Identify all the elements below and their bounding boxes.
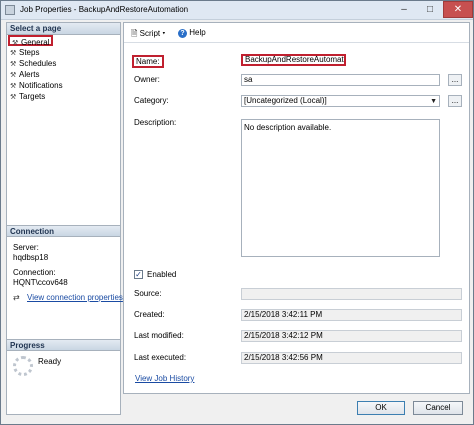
category-value: [Uncategorized (Local)] [244,96,327,105]
last-modified-label: Last modified: [134,331,184,340]
help-label: Help [189,28,206,37]
main-pane: 🗎 Script ▾ ? Help Name: BackupAndRestore… [123,22,470,394]
chevron-down-icon: ▼ [430,98,437,105]
plug-icon: ⇄ [13,293,20,302]
connection-label: Connection: [13,268,56,277]
wrench-icon: ⚒ [10,94,17,101]
title-bar: Job Properties - BackupAndRestoreAutomat… [1,1,473,20]
description-textarea[interactable]: No description available. [241,119,440,257]
last-executed-field: 2/15/2018 3:42:56 PM [241,352,462,364]
enabled-checkbox[interactable]: ✓ [134,270,143,279]
owner-browse-button[interactable]: ... [448,74,462,86]
created-label: Created: [134,310,165,319]
name-field[interactable]: BackupAndRestoreAutomation [241,54,346,66]
source-field [241,288,462,300]
page-item-schedules[interactable]: ⚒ Schedules [10,58,56,69]
page-item-label: Schedules [19,59,57,68]
last-modified-field: 2/15/2018 3:42:12 PM [241,330,462,342]
job-properties-window: Job Properties - BackupAndRestoreAutomat… [0,0,474,425]
page-item-notifications[interactable]: ⚒ Notifications [10,80,63,91]
category-browse-button[interactable]: ... [448,95,462,107]
last-executed-label: Last executed: [134,353,187,362]
connection-header: Connection [7,225,120,237]
description-label: Description: [134,118,177,127]
page-item-label: Alerts [19,70,40,79]
progress-spinner-icon [13,356,33,376]
source-label: Source: [134,289,162,298]
help-icon: ? [178,29,187,38]
script-button[interactable]: 🗎 Script ▾ [131,28,165,42]
category-select[interactable]: [Uncategorized (Local)] ▼ [241,95,440,107]
owner-label: Owner: [134,75,160,84]
name-label: Name: [132,55,164,68]
page-item-label: Steps [19,48,40,57]
progress-header: Progress [7,339,120,351]
chevron-down-icon: ▾ [162,29,166,38]
ok-button[interactable]: OK [357,401,405,415]
server-value: hqdbsp18 [13,253,49,262]
connection-value: HQNT\ccov648 [13,278,68,287]
help-button[interactable]: ? Help [178,28,206,38]
page-item-label: Notifications [19,81,63,90]
select-page-header: Select a page [7,23,120,35]
page-item-label: Targets [19,92,46,101]
view-job-history-link[interactable]: View Job History [135,374,194,383]
enabled-label: Enabled [147,270,177,279]
script-label: Script [139,29,161,38]
page-item-targets[interactable]: ⚒ Targets [10,91,45,102]
created-field: 2/15/2018 3:42:11 PM [241,309,462,321]
window-title: Job Properties - BackupAndRestoreAutomat… [20,5,189,14]
page-item-label: General [21,38,50,47]
cancel-button[interactable]: Cancel [413,401,463,415]
close-button[interactable]: ✕ [443,1,473,18]
window-icon [5,5,15,15]
page-item-alerts[interactable]: ⚒ Alerts [10,69,39,80]
minimize-button[interactable]: – [391,1,417,18]
page-item-steps[interactable]: ⚒ Steps [10,47,39,58]
category-label: Category: [134,96,169,105]
left-pane: Select a page ⚒ General ⚒ Steps ⚒ Schedules… [6,22,123,415]
owner-field[interactable]: sa [241,74,440,86]
view-connection-properties-link[interactable]: View connection properties [27,293,123,302]
page-item-general[interactable]: ⚒ General [8,35,54,47]
script-icon: 🗎 [131,29,138,38]
maximize-button[interactable]: □ [417,1,443,18]
server-label: Server: [13,243,39,252]
toolbar: 🗎 Script ▾ ? Help [124,23,469,43]
progress-status: Ready [38,357,62,366]
